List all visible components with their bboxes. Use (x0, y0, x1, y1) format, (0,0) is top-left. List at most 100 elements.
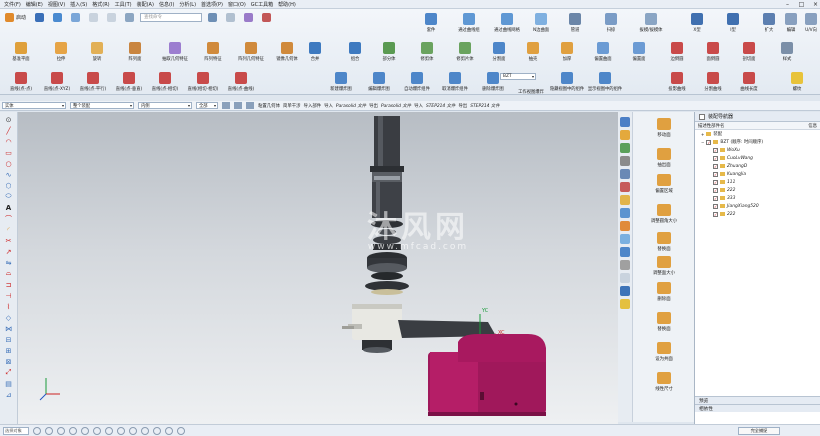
palette-icon[interactable] (620, 247, 630, 257)
command-search-input[interactable]: 查找命令 (140, 12, 203, 22)
extend-icon[interactable]: ↗ (3, 247, 14, 256)
dependencies-section[interactable]: 相依性 (695, 404, 820, 412)
ribbon-hide-in-view[interactable]: 隐藏视图中的组件 (550, 86, 584, 92)
ribbon-through-mesh[interactable]: 通过曲线网格 (494, 27, 520, 33)
ribbon-part-body[interactable]: 部分体 (383, 56, 396, 62)
ribbon-enlarge[interactable]: 扩大 (765, 27, 774, 33)
checkbox-icon[interactable]: ✓ (713, 203, 718, 209)
expand-icon[interactable]: + (701, 132, 704, 137)
measure-icon[interactable]: ⊿ (3, 390, 14, 399)
save-button[interactable] (32, 11, 47, 23)
snap-grid-icon[interactable] (165, 426, 173, 435)
delete-face-button[interactable]: 删除面 (657, 296, 670, 302)
tree-row-component[interactable]: ✓ KuangJia (695, 170, 820, 178)
ribbon-x-type[interactable]: X型 (693, 27, 700, 33)
ribbon-show-in-view[interactable]: 显示视图中的组件 (588, 86, 622, 92)
snap-icon[interactable] (222, 102, 230, 109)
replace-face-2-button[interactable]: 替换面 (657, 326, 670, 332)
checkbox-icon[interactable]: ✓ (713, 195, 718, 201)
ribbon-project-curve[interactable]: 投影曲线 (668, 86, 685, 92)
ribbon-auto-explode[interactable]: 自动爆炸组件 (404, 86, 430, 92)
ribbon-line-tangent[interactable]: 直线(点-相切) (152, 86, 178, 92)
ribbon-line-pc[interactable]: 直线(点-曲线) (228, 86, 254, 92)
snap-existing-icon[interactable] (177, 426, 185, 435)
tree-row-component[interactable]: ✓ WoXu (695, 146, 820, 154)
checkbox-icon[interactable]: ✓ (713, 147, 718, 153)
iso-icon[interactable]: ⊞ (3, 346, 14, 355)
tree-row-sections[interactable]: + 装配 (695, 130, 820, 138)
pin-icon[interactable] (699, 113, 705, 120)
ribbon-revolve[interactable]: 旋转 (93, 56, 102, 62)
ribbon-mirror-geom[interactable]: 镜像几何体 (276, 56, 297, 62)
collapse-icon[interactable]: − (701, 140, 704, 145)
type-filter-select[interactable]: 实体 ▾ (2, 102, 66, 109)
snap-bound-icon[interactable] (153, 426, 161, 435)
render-button[interactable] (259, 11, 274, 23)
ribbon-section-face[interactable]: 剖切面 (743, 56, 756, 62)
ribbon-unexplode[interactable]: 取消爆炸组件 (442, 86, 468, 92)
bridge-icon[interactable]: ⌓ (3, 269, 14, 278)
offset-curve-icon[interactable]: ⌒ (3, 214, 14, 223)
sticky-geom-link[interactable]: 粘置几何体 (258, 103, 280, 109)
checkbox-icon[interactable]: ✓ (713, 179, 718, 185)
snap-center-icon[interactable] (57, 426, 65, 435)
circle-icon[interactable]: ○ (3, 159, 14, 168)
menu-analysis[interactable]: 分析(L) (179, 1, 196, 8)
project-icon[interactable]: ⊟ (3, 335, 14, 344)
fillet-icon[interactable]: ◜ (3, 225, 14, 234)
history-icon[interactable] (620, 182, 630, 192)
ribbon-line-parallel[interactable]: 直线(点-平行) (80, 86, 106, 92)
close-button[interactable]: × (811, 1, 820, 8)
sync-icon[interactable] (620, 260, 630, 270)
snap-pole-icon[interactable] (141, 426, 149, 435)
ellipse-icon[interactable]: ⬭ (3, 192, 14, 201)
ribbon-line-perp[interactable]: 直线(点-垂直) (116, 86, 142, 92)
resize-blend-button[interactable]: 调整圆角大小 (651, 218, 677, 224)
ribbon-pattern-geom[interactable]: 阵列几何特征 (238, 56, 264, 62)
menu-gc-toolbox[interactable]: GC工具箱 (251, 1, 273, 8)
highlight-icon[interactable] (620, 299, 630, 309)
point-icon[interactable]: ⊙ (3, 115, 14, 124)
ribbon-i-type[interactable]: I型 (730, 27, 736, 33)
scope-select[interactable]: 整个装配 ▾ (70, 102, 134, 109)
maximize-button[interactable]: □ (797, 1, 806, 8)
export-link[interactable]: 导出 (369, 103, 378, 109)
window-button[interactable] (122, 11, 137, 23)
layer-icon[interactable]: ▤ (3, 379, 14, 388)
ribbon-pipe[interactable]: 管道 (571, 27, 580, 33)
ribbon-trim-sheet[interactable]: 修剪片体 (456, 56, 473, 62)
system-material-icon[interactable] (620, 195, 630, 205)
menu-view[interactable]: 视图(V) (48, 1, 65, 8)
make-coplanar-button[interactable]: 设为共面 (655, 356, 673, 362)
import-part-link[interactable]: 导入部件 (304, 103, 322, 109)
spline-icon[interactable]: ∿ (3, 170, 14, 179)
ribbon-line-tt[interactable]: 直线(相切-相切) (188, 86, 219, 92)
snap-curve-icon[interactable] (105, 426, 113, 435)
ribbon-through-curves[interactable]: 通过曲线组 (458, 27, 479, 33)
snap-tangent-icon[interactable] (129, 426, 137, 435)
checkbox-icon[interactable]: ✓ (713, 163, 718, 169)
checkbox-icon[interactable]: ✓ (706, 139, 712, 145)
fit-button[interactable] (223, 11, 238, 23)
ribbon-n-sided[interactable]: N边曲面 (533, 27, 549, 33)
tree-row-component[interactable]: ✓ 333 (695, 194, 820, 202)
scale-icon[interactable]: ⤢ (3, 368, 14, 377)
filter-icon[interactable] (234, 102, 242, 109)
constraint-nav-icon[interactable] (620, 143, 630, 153)
ribbon-uv[interactable]: U/V向 (805, 27, 817, 33)
menu-insert[interactable]: 插入(S) (70, 1, 87, 8)
tree-row-component[interactable]: ✓ 222 (695, 186, 820, 194)
simple-interference-link[interactable]: 简单干涉 (283, 103, 301, 109)
reuse-library-icon[interactable] (620, 156, 630, 166)
ribbon-edit[interactable]: 编辑 (787, 27, 796, 33)
column-info[interactable]: 信息 (808, 123, 817, 129)
system-scene-icon[interactable] (620, 234, 630, 244)
split-icon[interactable]: ⊣ (3, 291, 14, 300)
ribbon-line-pxyz[interactable]: 直线(点-XYZ) (44, 86, 70, 92)
text-icon[interactable]: A (3, 203, 14, 212)
replace-face-button[interactable]: 替换面 (657, 246, 670, 252)
menu-tools[interactable]: 工具(T) (115, 1, 132, 8)
tree-row-component[interactable]: ✓ ZhuangD (695, 162, 820, 170)
tree-row-component[interactable]: ✓ JiangXiang520 (695, 202, 820, 210)
view-orient-button[interactable] (205, 11, 220, 23)
